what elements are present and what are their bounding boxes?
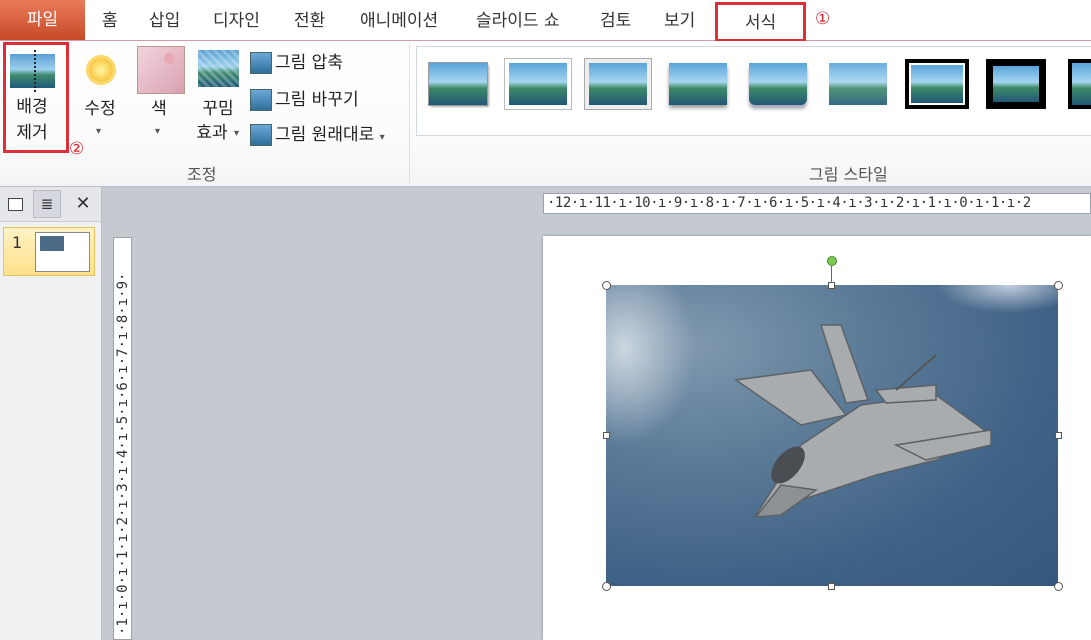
resize-handle-right[interactable]: [1055, 432, 1062, 439]
artistic-effects-dropdown-icon[interactable]: ▾: [234, 128, 239, 139]
tab-design[interactable]: 디자인: [213, 0, 260, 40]
picture-style-7[interactable]: [911, 65, 963, 103]
color-dropdown-icon[interactable]: ▾: [155, 126, 160, 137]
color-icon: [137, 46, 185, 94]
picture-style-9[interactable]: [1072, 63, 1091, 105]
resize-handle-left[interactable]: [603, 432, 610, 439]
color-button[interactable]: 색: [137, 97, 181, 122]
adjust-group-label: 조정: [187, 165, 217, 184]
rotation-handle-stem: [831, 266, 832, 283]
panel-tabs: ≣ ✕: [0, 187, 101, 222]
compress-icon: [250, 52, 272, 74]
sun-icon: [80, 49, 122, 91]
tab-transitions[interactable]: 전환: [294, 0, 325, 40]
tab-insert[interactable]: 삽입: [149, 0, 180, 40]
artistic-effects-label-2[interactable]: 효과: [190, 121, 234, 146]
change-picture-button[interactable]: 그림 바꾸기: [250, 88, 359, 112]
picture-styles-gallery: [416, 46, 1091, 136]
picture-style-2[interactable]: [509, 63, 567, 105]
compress-pictures-button[interactable]: 그림 압축: [250, 51, 343, 75]
corrections-button[interactable]: 수정: [78, 97, 122, 122]
resize-handle-top[interactable]: [828, 282, 835, 289]
resize-handle-top-left[interactable]: [602, 281, 611, 290]
step-1-marker: ①: [815, 9, 831, 29]
reset-picture-label: 그림 원래대로: [275, 125, 375, 145]
horizontal-ruler: ·12·ı·11·ı·10·ı·9·ı·8·ı·7·ı·6·ı·5·ı·4·ı·…: [543, 193, 1091, 214]
rotation-handle[interactable]: [827, 256, 837, 266]
vertical-ruler-scale: ·1·ı·0·ı·1·ı·2·ı·3·ı·4·ı·5·ı·6·ı·7·ı·8·ı…: [115, 272, 131, 635]
group-separator: [409, 44, 410, 184]
picture-styles-group-label: 그림 스타일: [809, 165, 888, 184]
vertical-ruler: ·1·ı·0·ı·1·ı·2·ı·3·ı·4·ı·5·ı·6·ı·7·ı·8·ı…: [113, 237, 132, 640]
resize-handle-bottom[interactable]: [828, 583, 835, 590]
tab-view[interactable]: 보기: [664, 0, 695, 40]
tab-home[interactable]: 홈: [102, 0, 118, 40]
change-picture-label: 그림 바꾸기: [275, 90, 359, 110]
tab-slideshow[interactable]: 슬라이드 쇼: [476, 0, 560, 40]
close-panel-icon[interactable]: ✕: [70, 191, 96, 217]
resize-handle-bottom-left[interactable]: [602, 582, 611, 591]
compress-label: 그림 압축: [275, 53, 343, 73]
outline-tab-icon[interactable]: ≣: [33, 190, 61, 218]
artistic-effects-label-1[interactable]: 꾸밈: [196, 97, 240, 122]
picture-style-4[interactable]: [669, 63, 727, 105]
reset-dropdown-icon[interactable]: ▾: [380, 132, 385, 143]
picture-style-1[interactable]: [429, 63, 487, 105]
resize-handle-bottom-right[interactable]: [1054, 582, 1063, 591]
tab-review[interactable]: 검토: [600, 0, 631, 40]
slide-preview-image: [40, 236, 64, 251]
ribbon-tab-bar: 파일 홈 삽입 디자인 전환 애니메이션 슬라이드 쇼 검토 보기 서식 ①: [0, 0, 1091, 42]
resize-handle-top-right[interactable]: [1054, 281, 1063, 290]
step-2-marker: ②: [69, 139, 85, 159]
slide-number: 1: [12, 233, 23, 252]
jet-illustration: [733, 324, 993, 518]
change-picture-icon: [250, 89, 272, 111]
artistic-effects-icon: [198, 50, 239, 87]
reset-picture-icon: [250, 124, 272, 146]
reset-picture-button[interactable]: 그림 원래대로 ▾: [250, 123, 385, 150]
slides-tab-icon[interactable]: [2, 191, 28, 217]
corrections-dropdown-icon[interactable]: ▾: [96, 126, 101, 137]
tab-file[interactable]: 파일: [0, 0, 85, 40]
tab-animations[interactable]: 애니메이션: [360, 0, 438, 40]
picture-style-8[interactable]: [993, 66, 1039, 102]
tab-format[interactable]: 서식: [715, 2, 806, 42]
ribbon-panel: 배경 제거 ② 수정 ▾ 색 ▾ 꾸밈 효과 ▾ 그림 압축 그림 바꾸기 그림…: [0, 41, 1091, 187]
slide-thumbnail[interactable]: 1: [3, 227, 95, 276]
picture-style-3[interactable]: [589, 63, 647, 105]
picture-style-5[interactable]: [749, 63, 807, 105]
slide-preview: [35, 232, 90, 272]
slides-panel: ≣ ✕ 1: [0, 187, 102, 640]
picture-style-6[interactable]: [829, 63, 887, 105]
remove-background-button[interactable]: [3, 42, 69, 153]
fighter-jet-picture[interactable]: [606, 285, 1058, 586]
